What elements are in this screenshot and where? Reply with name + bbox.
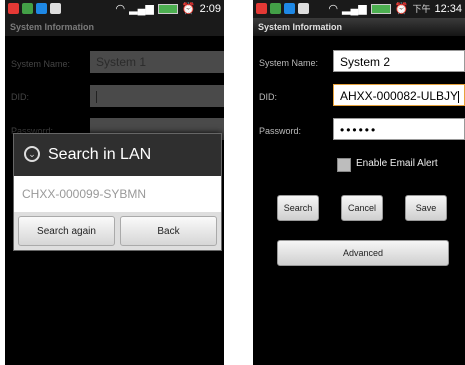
am-pm-indicator: 下午 [412, 4, 431, 14]
text-cursor [96, 90, 97, 103]
email-alert-label: Enable Email Alert [356, 158, 438, 169]
mail-icon [50, 3, 61, 14]
dialog-button-bar: Search again Back [14, 212, 221, 250]
status-bar: ◠ ▂▄▆ ⏰ 2:09 [5, 0, 224, 18]
page-title: System Information [253, 18, 465, 36]
clock-time: 12:34 [434, 2, 462, 15]
clock-time: 2:09 [199, 2, 221, 15]
signal-icon: ▂▄▆ [129, 3, 154, 15]
notification-icon [284, 3, 295, 14]
status-bar: ◠ ▂▄▆ ⏰ 下午 12:34 [253, 0, 465, 18]
dialog-header: ⌄ Search in LAN [14, 134, 221, 176]
system-name-label: System Name: [11, 59, 71, 69]
advanced-button[interactable]: Advanced [277, 240, 449, 266]
notification-icon [22, 3, 33, 14]
system-name-label: System Name: [259, 58, 319, 68]
email-alert-checkbox[interactable] [337, 158, 351, 172]
right-phone-screen: ◠ ▂▄▆ ⏰ 下午 12:34 System Information Syst… [253, 0, 465, 365]
password-label: Password: [259, 126, 302, 136]
alarm-icon: ⏰ [181, 3, 196, 15]
system-name-input[interactable]: System 1 [90, 51, 224, 73]
battery-icon [370, 3, 391, 14]
mail-icon [298, 3, 309, 14]
wifi-icon: ◠ [115, 3, 126, 15]
dialog-title: Search in LAN [48, 146, 152, 163]
alarm-icon: ⏰ [394, 3, 409, 15]
back-button[interactable]: Back [120, 216, 217, 246]
notification-icon [36, 3, 47, 14]
notification-icons [8, 3, 61, 14]
system-name-input[interactable]: System 2 [333, 50, 465, 72]
save-button[interactable]: Save [405, 195, 447, 221]
did-input[interactable]: AHXX-000082-ULBJY [333, 84, 465, 106]
did-input[interactable] [90, 85, 224, 107]
battery-icon [157, 3, 178, 14]
page-title: System Information [5, 18, 224, 36]
notification-icon [8, 3, 19, 14]
search-lan-dialog: ⌄ Search in LAN CHXX-000099-SYBMN Search… [13, 133, 222, 251]
did-label: DID: [11, 92, 29, 102]
did-value: AHXX-000082-ULBJY [340, 89, 459, 103]
search-again-button[interactable]: Search again [18, 216, 115, 246]
notification-icons [256, 3, 309, 14]
notification-icon [256, 3, 267, 14]
search-button[interactable]: Search [277, 195, 319, 221]
cancel-button[interactable]: Cancel [341, 195, 383, 221]
wifi-icon: ◠ [328, 3, 339, 15]
left-phone-screen: ◠ ▂▄▆ ⏰ 2:09 System Information System N… [5, 0, 224, 365]
did-label: DID: [259, 92, 277, 102]
text-cursor [458, 90, 460, 103]
notification-icon [270, 3, 281, 14]
signal-icon: ▂▄▆ [342, 3, 367, 15]
password-input[interactable]: •••••• [333, 118, 465, 140]
lan-result-item[interactable]: CHXX-000099-SYBMN [14, 176, 221, 213]
chevron-down-icon: ⌄ [24, 146, 40, 162]
